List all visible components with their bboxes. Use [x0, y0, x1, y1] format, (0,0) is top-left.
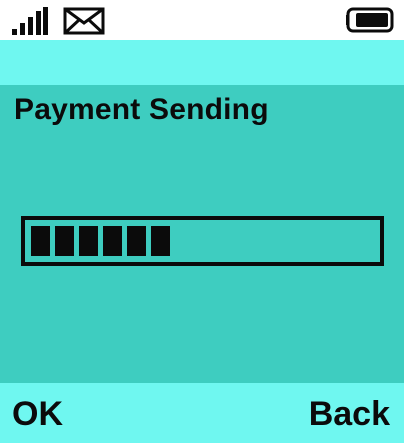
ok-softkey[interactable]: OK	[12, 395, 63, 434]
progress-segment	[55, 226, 74, 256]
back-softkey[interactable]: Back	[309, 395, 390, 434]
status-bar	[0, 0, 404, 40]
progress-segment	[127, 226, 146, 256]
softkey-bar: OK Back	[0, 383, 404, 443]
battery-icon	[346, 7, 394, 33]
progress-bar	[21, 216, 384, 266]
envelope-icon	[63, 7, 105, 35]
signal-strength-icon	[12, 7, 48, 35]
progress-segment	[31, 226, 50, 256]
page-title: Payment Sending	[14, 93, 269, 126]
progress-segment	[103, 226, 122, 256]
progress-segment	[151, 226, 170, 256]
progress-segment	[79, 226, 98, 256]
content-area: Payment Sending	[0, 85, 404, 383]
header-band	[0, 40, 404, 85]
phone-screen: Payment Sending OK Back	[0, 0, 404, 443]
